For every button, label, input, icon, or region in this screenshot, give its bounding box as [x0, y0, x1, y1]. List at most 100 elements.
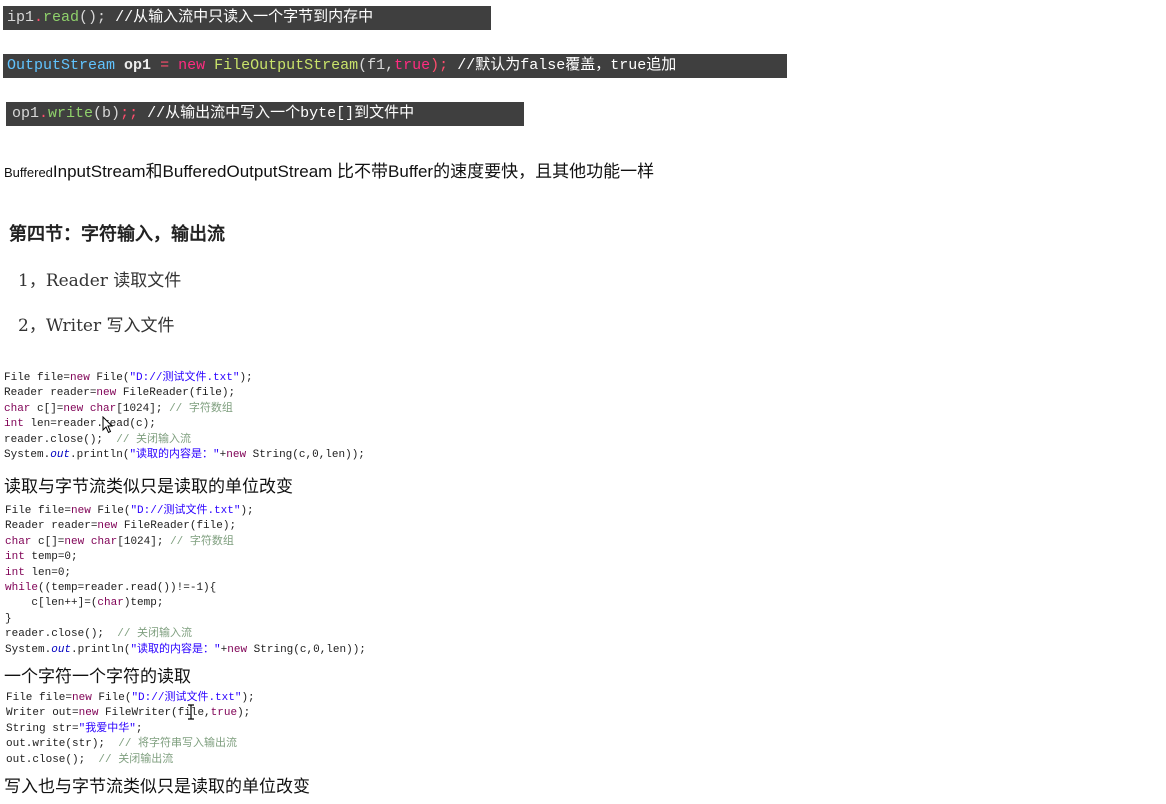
code-token: new [97, 520, 118, 533]
code-token: File file= [4, 372, 71, 384]
list-item-writer: 2，Writer 写入文件 [18, 316, 175, 336]
code-line: File file=new File("D://测试文件.txt"); [5, 504, 366, 519]
code-token: [1024]; [117, 535, 171, 548]
code-token: out [50, 448, 71, 461]
code-token: ; [135, 722, 143, 735]
code-strip-write: op1.write(b);; //从输出流中写入一个byte[]到文件中 [6, 102, 524, 126]
code-token: ); [237, 707, 251, 720]
code-token: FileReader(file); [116, 387, 236, 400]
code-token: new [63, 402, 84, 415]
code-token: (f1, [358, 57, 395, 74]
code-token: true [210, 707, 238, 720]
code-token: op1 [124, 57, 152, 74]
code-comment: //默认为false覆盖，true追加 [448, 57, 677, 74]
code-token: [1024]; [116, 402, 170, 415]
code-token: (b) [93, 105, 121, 122]
code-token: op1 [12, 105, 40, 122]
code-token: )temp; [123, 597, 164, 610]
code-comment: // 字符数组 [169, 402, 233, 415]
code-token: int [5, 551, 25, 564]
code-token: char [97, 597, 124, 610]
code-token: out [51, 643, 72, 656]
code-token: "读取的内容是：" [130, 643, 221, 656]
code-token: "D://测试文件.txt" [131, 692, 242, 704]
code-token: File( [91, 692, 132, 704]
code-line: Writer out=new FileWriter(file,true); [6, 706, 255, 721]
code-strip-read: ip1.read(); //从输入流中只读入一个字节到内存中 [3, 6, 491, 30]
code-token: new [178, 57, 206, 74]
code-token: new [72, 692, 92, 704]
code-token: write [48, 105, 94, 122]
code-token: File( [90, 505, 131, 517]
code-comment: //从输出流中写入一个byte[]到文件中 [138, 105, 415, 122]
code-token: c[len++]=( [5, 597, 98, 610]
mouse-pointer-icon [102, 416, 114, 434]
buffered-note-prefix: Buffered [4, 165, 53, 180]
code-listing-reader-loop: File file=new File("D://测试文件.txt"); Reade… [5, 504, 366, 658]
code-token: ); [241, 692, 255, 704]
code-line: Reader reader=new FileReader(file); [5, 519, 366, 534]
code-token: new [227, 643, 248, 656]
code-strip-outputstream: OutputStream op1 = new FileOutputStream(… [3, 54, 787, 78]
code-token: true [394, 57, 431, 74]
code-comment: // 关闭输入流 [116, 433, 192, 446]
code-token: "D://测试文件.txt" [129, 372, 240, 384]
code-token: (); [79, 9, 107, 26]
code-token: String(c,0,len)); [247, 643, 366, 656]
code-token: System. [4, 448, 51, 461]
code-token: String str= [6, 722, 79, 735]
code-comment: // 关闭输出流 [98, 753, 174, 766]
code-line: } [5, 612, 366, 627]
code-token: System. [5, 643, 52, 656]
code-token: new [96, 387, 117, 400]
code-token: File file= [5, 505, 72, 517]
code-token: ;; [120, 105, 139, 122]
code-token: Writer out= [6, 707, 79, 720]
code-token: } [5, 612, 12, 625]
code-token: char [5, 535, 32, 548]
code-token: "读取的内容是：" [129, 448, 220, 461]
code-token: read [43, 9, 80, 26]
code-token: out.write(str); [6, 738, 119, 751]
code-line: Reader reader=new FileReader(file); [4, 386, 365, 401]
code-token: .println( [71, 643, 131, 656]
code-token: char [4, 402, 31, 415]
code-token: out.close(); [6, 753, 99, 766]
code-token: while [5, 581, 39, 594]
code-token: String(c,0,len)); [246, 448, 365, 461]
code-token: len=0; [24, 566, 72, 579]
code-token: reader.close(); [5, 628, 118, 641]
code-token: new [78, 707, 99, 720]
buffered-note: BufferedInputStream和BufferedOutputStream… [4, 161, 654, 184]
code-comment: // 字符数组 [170, 535, 234, 548]
code-token: char [89, 402, 117, 415]
code-token: "我爱中华" [78, 722, 136, 735]
code-line: String str="我爱中华"; [6, 722, 255, 737]
code-comment: // 关闭输入流 [117, 628, 193, 641]
code-token: new [64, 535, 85, 548]
code-token: int [4, 418, 24, 431]
code-token: new [71, 505, 91, 517]
code-token: Reader reader= [4, 387, 97, 400]
code-token: FileOutputStream [214, 57, 359, 74]
code-listing-writer: File file=new File("D://测试文件.txt"); Write… [6, 691, 255, 768]
code-line: while((temp=reader.read())!=-1){ [5, 581, 366, 596]
code-line: int len=reader.read(c); [4, 417, 365, 432]
code-token: new [70, 372, 90, 384]
code-comment: // 将字符串写入输出流 [118, 738, 238, 751]
code-listing-reader-array: File file=new File("D://测试文件.txt"); Reade… [4, 371, 365, 463]
code-line: File file=new File("D://测试文件.txt"); [6, 691, 255, 706]
code-token: FileReader(file); [117, 520, 237, 533]
buffered-note-text: InputStream和BufferedOutputStream 比不带Buff… [52, 162, 655, 181]
code-token: Reader reader= [5, 520, 98, 533]
code-comment: //从输入流中只读入一个字节到内存中 [106, 9, 374, 26]
code-line: int temp=0; [5, 550, 366, 565]
code-line: out.close(); // 关闭输出流 [6, 753, 255, 768]
code-token: ((temp=reader.read())!=-1){ [38, 581, 217, 594]
code-token: . [34, 9, 44, 26]
code-line: File file=new File("D://测试文件.txt"); [4, 371, 365, 386]
